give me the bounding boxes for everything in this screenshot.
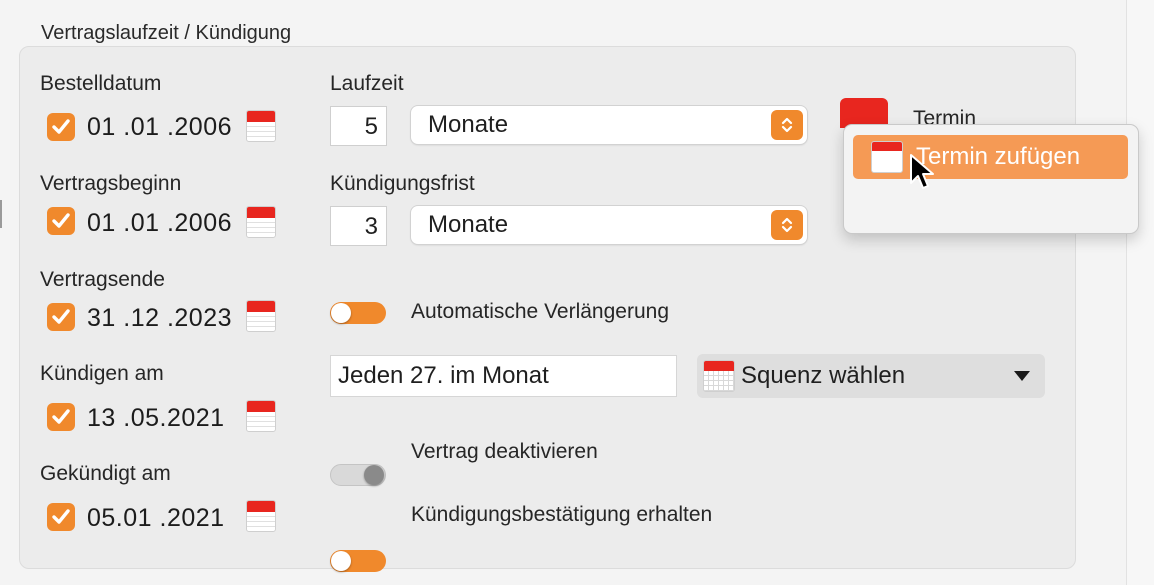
date-gekuendigt-am[interactable]: 05.01 .2021	[87, 504, 225, 533]
calendar-icon	[703, 360, 735, 392]
checkmark-icon	[52, 119, 70, 134]
section-title: Vertragslaufzeit / Kündigung	[41, 22, 292, 44]
kuendigungsfrist-unit-value: Monate	[428, 211, 509, 238]
checkmark-icon	[52, 509, 70, 524]
sequence-button-label: Squenz wählen	[741, 362, 906, 389]
label-auto-verlaengerung: Automatische Verlängerung	[411, 300, 669, 323]
date-bestelldatum[interactable]: 01 .01 .2006	[87, 113, 232, 142]
calendar-icon[interactable]	[246, 400, 276, 432]
checkmark-icon	[52, 309, 70, 324]
calendar-icon	[871, 141, 903, 173]
kuendigungsfrist-number-field[interactable]: 3	[330, 206, 387, 246]
calendar-icon[interactable]	[246, 300, 276, 332]
checkbox-bestelldatum[interactable]	[47, 113, 75, 141]
date-vertragsbeginn[interactable]: 01 .01 .2006	[87, 209, 232, 238]
calendar-icon[interactable]	[246, 206, 276, 238]
checkbox-gekuendigt-am[interactable]	[47, 503, 75, 531]
checkbox-vertragsbeginn[interactable]	[47, 207, 75, 235]
chevron-updown-icon[interactable]	[771, 210, 803, 240]
label-vertragsbeginn: Vertragsbeginn	[40, 172, 182, 195]
checkbox-kuendigen-am[interactable]	[47, 403, 75, 431]
checkbox-vertragsende[interactable]	[47, 303, 75, 331]
label-bestelldatum: Bestelldatum	[40, 72, 162, 95]
menu-item-label: Termin zufügen	[916, 143, 1081, 170]
date-vertragsende[interactable]: 31 .12 .2023	[87, 304, 232, 333]
pointer-cursor-icon	[910, 154, 934, 189]
label-kuendigungsbestaetigung: Kündigungsbestätigung erhalten	[411, 503, 713, 526]
left-edge-marker	[0, 200, 2, 228]
label-kuendigen-am: Kündigen am	[40, 362, 164, 385]
toggle-auto-verlaengerung[interactable]	[330, 302, 386, 324]
label-laufzeit: Laufzeit	[330, 72, 404, 95]
sequence-text-field[interactable]: Jeden 27. im Monat	[330, 355, 677, 397]
label-vertrag-deaktivieren: Vertrag deaktivieren	[411, 440, 598, 463]
label-kuendigungsfrist: Kündigungsfrist	[330, 172, 475, 195]
calendar-icon[interactable]	[246, 110, 276, 142]
kuendigungsfrist-unit-select[interactable]: Monate	[411, 206, 807, 244]
triangle-down-icon	[1014, 371, 1030, 381]
menu-item-termin-zufuegen[interactable]: Termin zufügen	[853, 135, 1128, 179]
toggle-vertrag-deaktivieren[interactable]	[330, 464, 386, 486]
laufzeit-unit-value: Monate	[428, 111, 509, 138]
termin-context-menu: Termin zufügen	[843, 124, 1139, 234]
label-gekuendigt-am: Gekündigt am	[40, 462, 171, 485]
sequence-select-button[interactable]: Squenz wählen	[697, 354, 1045, 398]
date-kuendigen-am[interactable]: 13 .05.2021	[87, 404, 225, 433]
checkmark-icon	[52, 213, 70, 228]
laufzeit-unit-select[interactable]: Monate	[411, 106, 807, 144]
chevron-updown-icon[interactable]	[771, 110, 803, 140]
toggle-kuendigungsbestaetigung[interactable]	[330, 550, 386, 572]
laufzeit-number-field[interactable]: 5	[330, 106, 387, 146]
checkmark-icon	[52, 409, 70, 424]
label-vertragsende: Vertragsende	[40, 268, 165, 291]
calendar-icon[interactable]	[246, 500, 276, 532]
window-edge-strip	[1126, 0, 1154, 585]
